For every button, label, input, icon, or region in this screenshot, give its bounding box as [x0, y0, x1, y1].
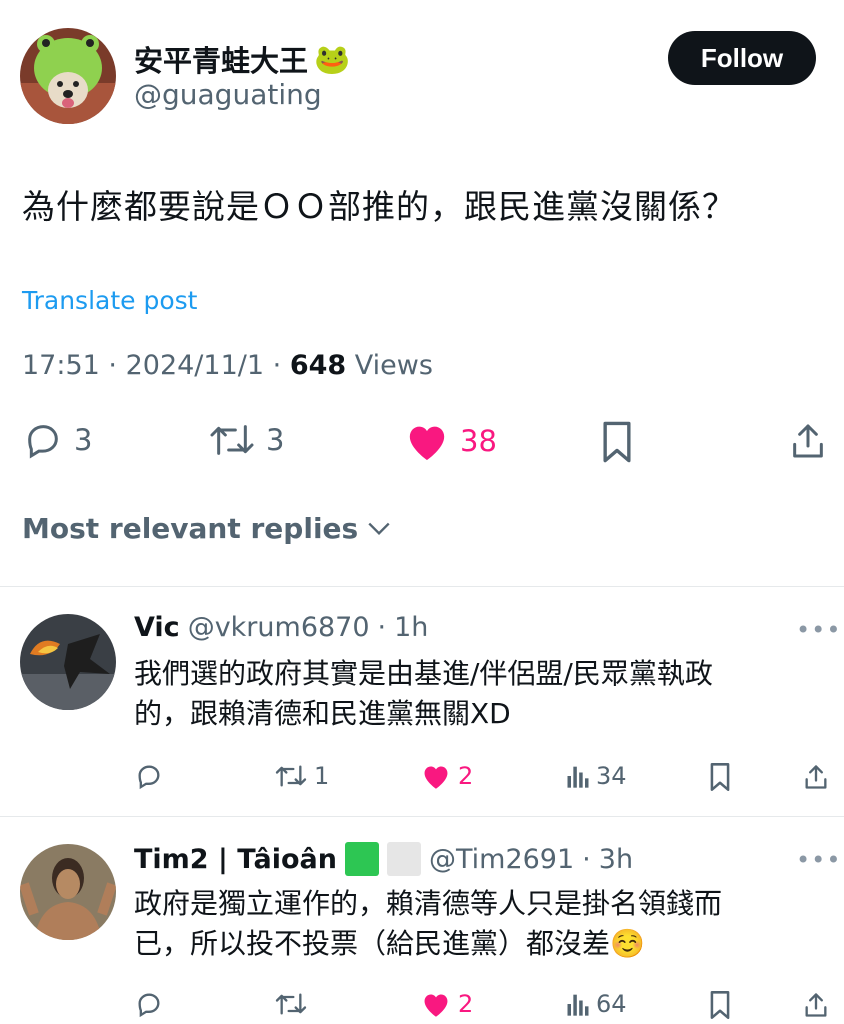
share-icon	[802, 990, 830, 1020]
divider	[0, 586, 844, 587]
reply-text: 我們選的政府其實是由基進/伴侶盟/民眾黨執政 的，跟賴清德和民進黨無關XD	[134, 657, 713, 730]
views-count: 64	[596, 990, 627, 1018]
bookmark-icon	[600, 420, 634, 464]
reply-reply-button[interactable]	[134, 762, 164, 790]
reply-author[interactable]: Tim2 | Tâioân @Tim2691 · 3h	[134, 842, 633, 876]
views-icon	[566, 762, 590, 790]
repost-icon	[274, 762, 308, 790]
reply-author[interactable]: Vic @vkrum6870 · 1h	[134, 612, 428, 643]
author-name[interactable]: 安平青蛙大王 🐸	[134, 38, 350, 80]
follow-button[interactable]: Follow	[668, 31, 816, 85]
repost-count: 3	[266, 423, 285, 457]
divider	[0, 816, 844, 817]
views-icon	[566, 990, 590, 1018]
chevron-down-icon	[366, 519, 392, 539]
post-time[interactable]: 17:51	[22, 350, 100, 381]
reply-views[interactable]: 34	[566, 762, 627, 790]
like-count: 2	[458, 990, 474, 1018]
repost-icon	[208, 420, 256, 460]
heart-icon	[420, 990, 452, 1018]
like-button[interactable]: 38	[404, 420, 497, 462]
repost-count: 1	[314, 762, 330, 790]
reply-repost-button[interactable]	[274, 990, 308, 1018]
reply-views[interactable]: 64	[566, 990, 627, 1018]
replies-sort-dropdown[interactable]: Most relevant replies	[22, 512, 392, 545]
author-handle[interactable]: @guaguating	[134, 78, 322, 111]
translate-post-link[interactable]: Translate post	[22, 286, 197, 315]
reply-handle[interactable]: @Tim2691	[429, 844, 574, 875]
reply-count: 3	[74, 423, 93, 457]
reply-repost-button[interactable]: 1	[274, 762, 329, 790]
author-avatar[interactable]	[20, 28, 116, 124]
share-icon	[802, 762, 830, 792]
heart-icon	[404, 420, 450, 462]
reply-share-button[interactable]	[802, 762, 830, 792]
share-button[interactable]	[788, 420, 828, 462]
post-meta: 17:51 · 2024/11/1 · 648 Views	[22, 350, 433, 381]
reply-time[interactable]: 3h	[599, 844, 633, 875]
views-count: 648	[289, 350, 347, 381]
bookmark-icon	[708, 762, 732, 792]
like-count: 38	[460, 424, 497, 458]
reply-avatar[interactable]	[20, 844, 116, 940]
reply-reply-button[interactable]	[134, 990, 164, 1018]
green-square-emoji	[344, 842, 379, 876]
more-icon[interactable]: •••	[796, 616, 841, 644]
post-text: 為什麼都要說是ＯＯ部推的，跟民進黨沒關係？	[22, 187, 736, 226]
reply-like-button[interactable]: 2	[420, 762, 473, 790]
reply-icon	[134, 762, 164, 790]
reply-text: 政府是獨立運作的，賴清德等人只是掛名領錢而 已，所以投不投票（給民進黨）都沒差☺…	[134, 887, 723, 960]
heart-icon	[420, 762, 452, 790]
reply-button[interactable]: 3	[22, 420, 92, 460]
bookmark-button[interactable]	[600, 420, 634, 464]
share-icon	[788, 420, 828, 462]
reply-avatar[interactable]	[20, 614, 116, 710]
reply-handle[interactable]: @vkrum6870	[188, 612, 370, 643]
reply-share-button[interactable]	[802, 990, 830, 1020]
views-count: 34	[596, 762, 627, 790]
more-icon[interactable]: •••	[796, 846, 841, 874]
reply-time[interactable]: 1h	[394, 612, 428, 643]
reply-like-button[interactable]: 2	[420, 990, 473, 1018]
bookmark-icon	[708, 990, 732, 1020]
reply-bookmark-button[interactable]	[708, 990, 732, 1020]
frog-emoji: 🐸	[314, 41, 351, 76]
views-label: Views	[354, 350, 433, 381]
reply-icon	[22, 420, 64, 460]
post-date[interactable]: 2024/11/1	[126, 350, 264, 381]
reply-icon	[134, 990, 164, 1018]
like-count: 2	[458, 762, 474, 790]
repost-button[interactable]: 3	[208, 420, 284, 460]
white-square-emoji	[386, 842, 421, 876]
repost-icon	[274, 990, 308, 1018]
reply-bookmark-button[interactable]	[708, 762, 732, 792]
